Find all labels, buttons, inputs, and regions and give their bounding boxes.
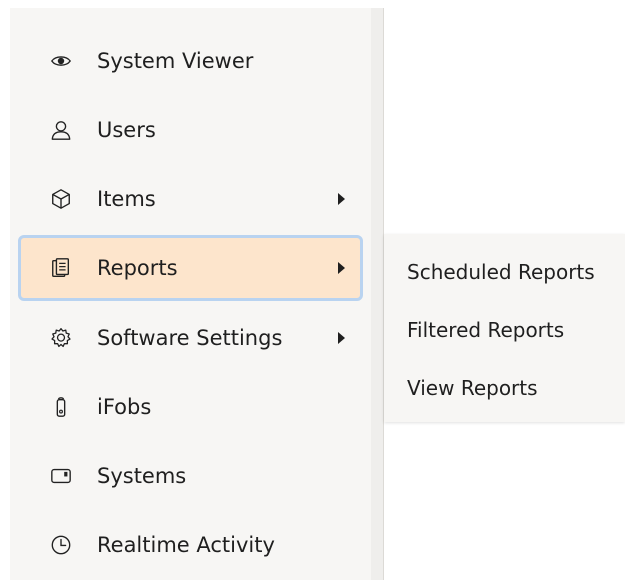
sidebar-item-label: Items	[97, 187, 156, 211]
sidebar-item-label: Realtime Activity	[97, 533, 275, 557]
sidebar-item-system-viewer[interactable]: System Viewer	[18, 28, 363, 94]
sidebar-item-items[interactable]: Items	[18, 166, 363, 232]
gear-icon	[50, 327, 72, 349]
eye-icon	[50, 50, 72, 72]
reports-submenu: Scheduled Reports Filtered Reports View …	[384, 234, 625, 422]
fob-icon	[50, 396, 72, 418]
sidebar-item-systems[interactable]: Systems	[18, 443, 363, 509]
reports-icon	[50, 257, 72, 279]
submenu-item-label: Filtered Reports	[407, 318, 565, 342]
sidebar-scroll-gutter	[371, 8, 384, 580]
sidebar-item-reports[interactable]: Reports	[18, 235, 363, 301]
sidebar-item-software-settings[interactable]: Software Settings	[18, 305, 363, 371]
submenu-item-scheduled-reports[interactable]: Scheduled Reports	[384, 243, 625, 301]
submenu-item-view-reports[interactable]: View Reports	[384, 359, 625, 417]
clock-icon	[50, 534, 72, 556]
sidebar: System Viewer Users Items Reports Softwa…	[10, 8, 371, 580]
submenu-item-filtered-reports[interactable]: Filtered Reports	[384, 301, 625, 359]
sidebar-item-label: Users	[97, 118, 156, 142]
submenu-item-label: Scheduled Reports	[407, 260, 595, 284]
sidebar-item-users[interactable]: Users	[18, 97, 363, 163]
sidebar-item-label: Reports	[97, 256, 178, 280]
sidebar-item-ifobs[interactable]: iFobs	[18, 374, 363, 440]
user-icon	[50, 119, 72, 141]
sidebar-item-label: iFobs	[97, 395, 152, 419]
sidebar-item-label: Systems	[97, 464, 187, 488]
caret-right-icon	[338, 332, 345, 344]
sidebar-item-label: System Viewer	[97, 49, 254, 73]
sidebar-item-realtime-activity[interactable]: Realtime Activity	[18, 512, 363, 578]
caret-right-icon	[338, 262, 345, 274]
sidebar-item-label: Software Settings	[97, 326, 283, 350]
caret-right-icon	[338, 193, 345, 205]
cube-icon	[50, 188, 72, 210]
app-window: System Viewer Users Items Reports Softwa…	[0, 0, 625, 580]
submenu-item-label: View Reports	[407, 376, 538, 400]
device-icon	[50, 465, 72, 487]
